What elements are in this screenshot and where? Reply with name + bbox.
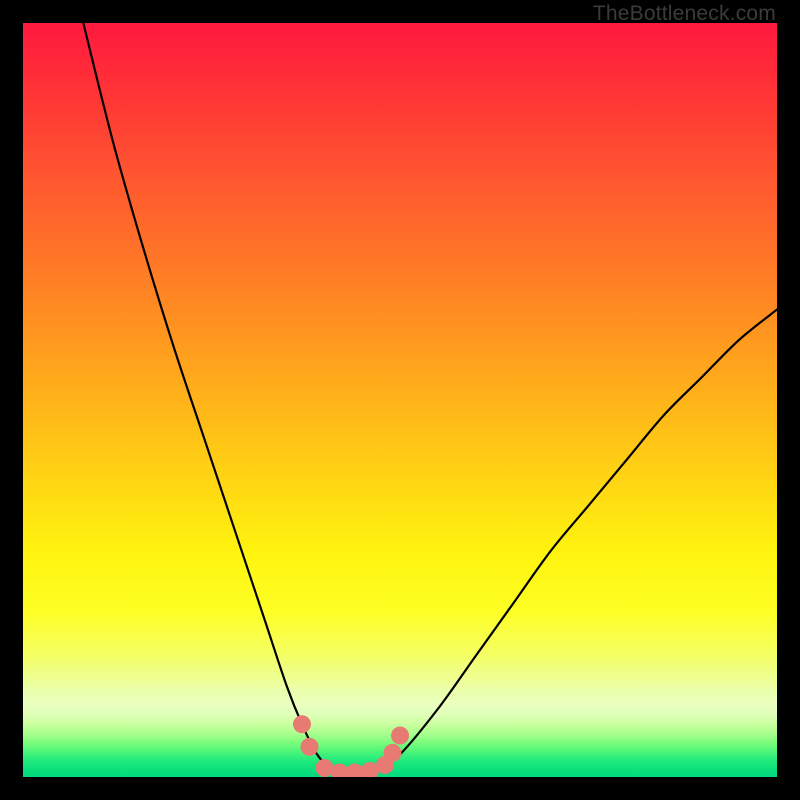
marker-dot <box>301 738 319 756</box>
marker-dot <box>383 744 401 762</box>
marker-dot <box>331 763 349 777</box>
plot-area <box>23 23 777 777</box>
bottleneck-curve <box>83 23 777 774</box>
curve-layer <box>23 23 777 777</box>
marker-dot <box>293 715 311 733</box>
chart-frame: TheBottleneck.com <box>0 0 800 800</box>
marker-dot <box>391 727 409 745</box>
highlight-markers <box>293 715 409 777</box>
